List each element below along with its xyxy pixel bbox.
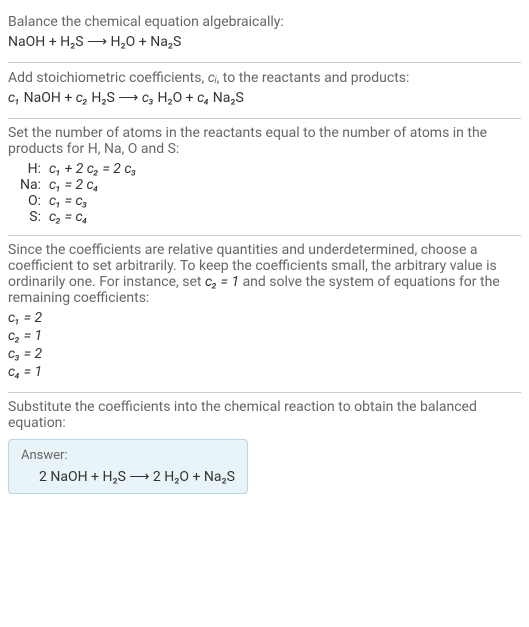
c1: c₁ (8, 90, 20, 106)
element-label: Na: (16, 177, 45, 193)
table-row: O: c₁ = c₃ (16, 193, 141, 209)
text: , to the reactants and products: (217, 70, 410, 86)
balanced-equation: 2 NaOH + H₂S ⟶ 2 H₂O + Na₂S (39, 469, 235, 485)
solution-line: c₄ = 1 (8, 364, 521, 380)
coeff-equation: c₁ NaOH + c₂ H₂S ⟶ c₃ H₂O + c₄ Na₂S (8, 90, 521, 106)
solution-line: c₁ = 2 (8, 310, 521, 326)
balance-equation: c₁ = 2 c₄ (45, 177, 141, 193)
section-coefficients: Add stoichiometric coefficients, cᵢ, to … (8, 63, 521, 118)
element-label: S: (16, 209, 45, 225)
table-row: H: c₁ + 2 c₂ = 2 c₃ (16, 161, 141, 177)
balance-equation: c₁ = c₃ (45, 193, 141, 209)
answer-label: Answer: (21, 448, 235, 463)
table-row: Na: c₁ = 2 c₄ (16, 177, 141, 193)
unbalanced-equation: NaOH + H₂S ⟶ H₂O + Na₂S (8, 34, 521, 50)
atom-balance-table: H: c₁ + 2 c₂ = 2 c₃ Na: c₁ = 2 c₄ O: c₁ … (16, 161, 141, 225)
text: Na₂S (209, 90, 244, 106)
fixed-coef: c₂ = 1 (205, 274, 239, 290)
table-row: S: c₂ = c₄ (16, 209, 141, 225)
section-atom-balance: Set the number of atoms in the reactants… (8, 119, 521, 235)
solution-line: c₂ = 1 (8, 328, 521, 344)
c4: c₄ (197, 90, 209, 106)
atom-balance-heading: Set the number of atoms in the reactants… (8, 125, 521, 157)
section-solve: Since the coefficients are relative quan… (8, 236, 521, 392)
solve-heading: Since the coefficients are relative quan… (8, 242, 521, 306)
element-label: O: (16, 193, 45, 209)
solution-line: c₃ = 2 (8, 346, 521, 362)
c2: c₂ (76, 90, 88, 106)
problem-heading: Balance the chemical equation algebraica… (8, 14, 521, 30)
element-label: H: (16, 161, 45, 177)
text: Add stoichiometric coefficients, (8, 70, 208, 86)
balance-equation: c₁ + 2 c₂ = 2 c₃ (45, 161, 141, 177)
section-answer: Substitute the coefficients into the che… (8, 393, 521, 504)
section-problem: Balance the chemical equation algebraica… (8, 8, 521, 62)
c3: c₃ (142, 90, 154, 106)
text: H₂S ⟶ (88, 90, 142, 106)
text: NaOH + (20, 90, 76, 106)
balance-equation: c₂ = c₄ (45, 209, 141, 225)
answer-heading: Substitute the coefficients into the che… (8, 399, 521, 431)
coefficients-heading: Add stoichiometric coefficients, cᵢ, to … (8, 69, 521, 86)
text: H₂O + (154, 90, 197, 106)
answer-box: Answer: 2 NaOH + H₂S ⟶ 2 H₂O + Na₂S (8, 439, 248, 494)
ci-symbol: cᵢ (208, 70, 217, 86)
